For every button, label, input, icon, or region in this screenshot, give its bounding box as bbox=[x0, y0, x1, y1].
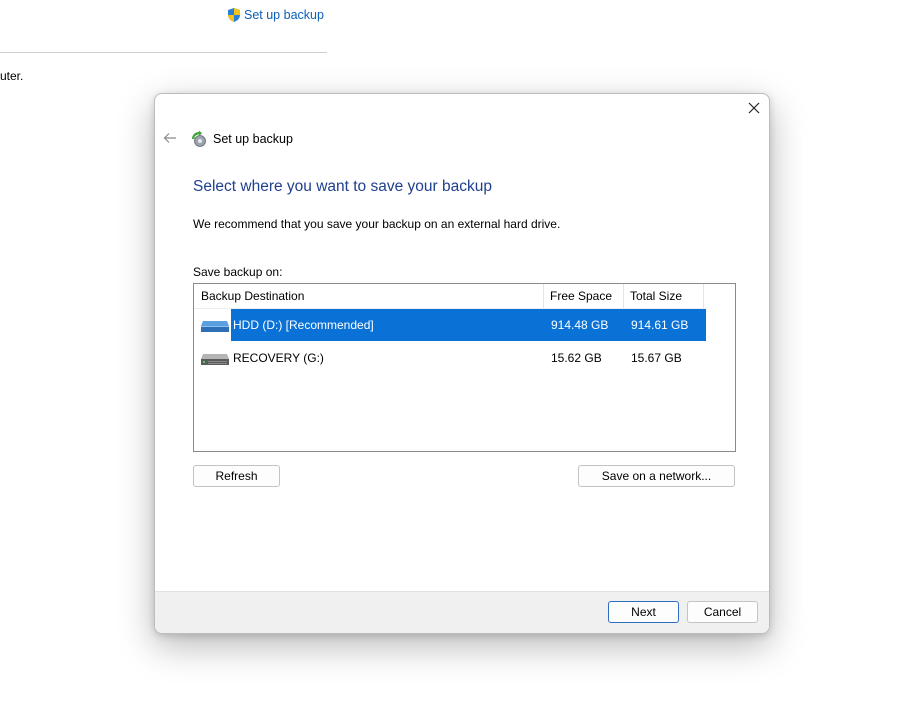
back-arrow-icon bbox=[163, 133, 176, 143]
refresh-button[interactable]: Refresh bbox=[193, 465, 280, 487]
background-divider bbox=[0, 52, 327, 53]
back-button[interactable] bbox=[161, 130, 179, 146]
drive-name: RECOVERY (G:) bbox=[233, 351, 324, 365]
list-item-hdd[interactable]: HDD (D:) [Recommended] 914.48 GB 914.61 … bbox=[194, 309, 706, 341]
drive-total-size: 914.61 GB bbox=[631, 318, 689, 332]
drive-free-space: 15.62 GB bbox=[551, 351, 602, 365]
setup-backup-link[interactable]: Set up backup bbox=[226, 6, 324, 24]
drive-free-space: 914.48 GB bbox=[551, 318, 609, 332]
dialog-header: Set up backup bbox=[190, 129, 293, 149]
cancel-button[interactable]: Cancel bbox=[687, 601, 758, 623]
save-on-network-button[interactable]: Save on a network... bbox=[578, 465, 735, 487]
list-header: Backup Destination Free Space Total Size bbox=[194, 284, 706, 309]
drive-name: HDD (D:) [Recommended] bbox=[233, 318, 374, 332]
column-header-total-size[interactable]: Total Size bbox=[624, 284, 704, 308]
close-button[interactable] bbox=[739, 94, 769, 122]
drive-total-size: 15.67 GB bbox=[631, 351, 682, 365]
column-header-destination[interactable]: Backup Destination bbox=[194, 284, 544, 308]
setup-backup-link-label: Set up backup bbox=[244, 8, 324, 22]
list-item-recovery[interactable]: RECOVERY (G:) 15.62 GB 15.67 GB bbox=[194, 342, 706, 374]
next-button[interactable]: Next bbox=[608, 601, 679, 623]
dialog-footer: Next Cancel bbox=[155, 591, 769, 633]
destination-list[interactable]: Backup Destination Free Space Total Size… bbox=[193, 283, 736, 452]
save-backup-label: Save backup on: bbox=[193, 265, 283, 279]
close-icon bbox=[748, 102, 760, 114]
recommendation-text: We recommend that you save your backup o… bbox=[193, 217, 561, 231]
gray-drive-icon bbox=[201, 354, 229, 365]
backup-icon bbox=[192, 130, 206, 147]
setup-backup-dialog: Set up backup Select where you want to s… bbox=[154, 93, 770, 634]
shield-icon bbox=[228, 8, 240, 22]
page-title: Select where you want to save your backu… bbox=[193, 178, 492, 195]
column-header-free-space[interactable]: Free Space bbox=[544, 284, 624, 308]
blue-drive-icon bbox=[201, 321, 229, 332]
background-partial-text: uter. bbox=[0, 69, 24, 83]
dialog-header-title: Set up backup bbox=[213, 132, 293, 146]
